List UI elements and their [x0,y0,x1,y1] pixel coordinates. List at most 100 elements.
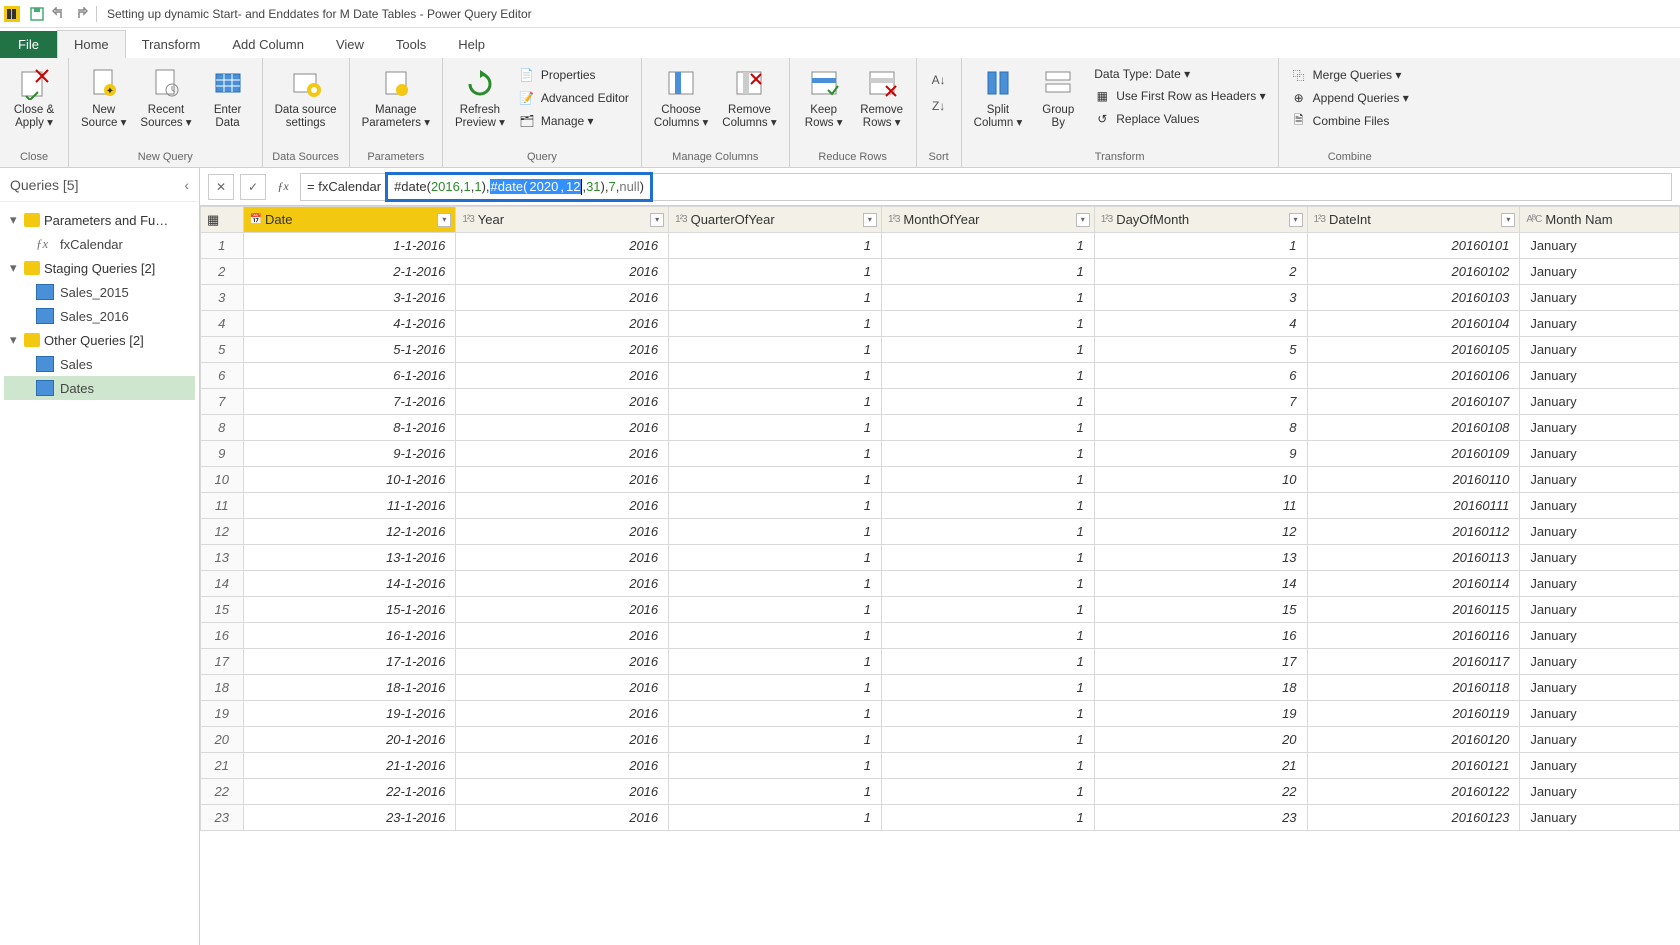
manage-parameters-button[interactable]: Manage Parameters ▾ [356,62,436,134]
cell-quarter[interactable]: 1 [669,701,882,727]
cell-date[interactable]: 21-1-2016 [243,753,456,779]
cell-year[interactable]: 2016 [456,623,669,649]
tab-transform[interactable]: Transform [126,31,217,58]
cell-month[interactable]: 1 [881,285,1094,311]
table-row[interactable]: 23 23-1-2016 2016 1 1 23 20160123 Januar… [201,805,1680,831]
table-row[interactable]: 17 17-1-2016 2016 1 1 17 20160117 Januar… [201,649,1680,675]
cell-dateint[interactable]: 20160119 [1307,701,1520,727]
cell-month[interactable]: 1 [881,363,1094,389]
merge-queries-button[interactable]: ⿻Merge Queries ▾ [1285,64,1415,86]
table-row[interactable]: 12 12-1-2016 2016 1 1 12 20160112 Januar… [201,519,1680,545]
cell-quarter[interactable]: 1 [669,623,882,649]
row-number[interactable]: 4 [201,311,244,337]
cell-date[interactable]: 10-1-2016 [243,467,456,493]
cell-monthname[interactable]: January [1520,415,1680,441]
filter-icon[interactable]: ▾ [1076,213,1090,227]
cell-monthname[interactable]: January [1520,701,1680,727]
collapse-sidebar-button[interactable]: ‹ [184,177,189,193]
table-row[interactable]: 11 11-1-2016 2016 1 1 11 20160111 Januar… [201,493,1680,519]
cell-date[interactable]: 17-1-2016 [243,649,456,675]
table-row[interactable]: 14 14-1-2016 2016 1 1 14 20160114 Januar… [201,571,1680,597]
cell-dateint[interactable]: 20160117 [1307,649,1520,675]
row-number[interactable]: 1 [201,233,244,259]
cell-day[interactable]: 7 [1094,389,1307,415]
tab-help[interactable]: Help [442,31,501,58]
replace-values-button[interactable]: ↺Replace Values [1088,108,1271,130]
cell-year[interactable]: 2016 [456,259,669,285]
cell-date[interactable]: 12-1-2016 [243,519,456,545]
cell-year[interactable]: 2016 [456,727,669,753]
cell-day[interactable]: 13 [1094,545,1307,571]
save-icon[interactable] [29,6,45,22]
cell-quarter[interactable]: 1 [669,597,882,623]
cell-monthname[interactable]: January [1520,285,1680,311]
table-row[interactable]: 21 21-1-2016 2016 1 1 21 20160121 Januar… [201,753,1680,779]
cell-day[interactable]: 6 [1094,363,1307,389]
choose-columns-button[interactable]: Choose Columns ▾ [648,62,714,134]
cell-monthname[interactable]: January [1520,597,1680,623]
cell-monthname[interactable]: January [1520,363,1680,389]
cell-quarter[interactable]: 1 [669,779,882,805]
cell-date[interactable]: 4-1-2016 [243,311,456,337]
cell-month[interactable]: 1 [881,649,1094,675]
cell-year[interactable]: 2016 [456,337,669,363]
filter-icon[interactable]: ▾ [863,213,877,227]
recent-sources-button[interactable]: Recent Sources ▾ [134,62,197,134]
tree-group-other[interactable]: ▾Other Queries [2] [4,328,195,352]
cell-day[interactable]: 14 [1094,571,1307,597]
cell-date[interactable]: 2-1-2016 [243,259,456,285]
table-row[interactable]: 2 2-1-2016 2016 1 1 2 20160102 January [201,259,1680,285]
cell-quarter[interactable]: 1 [669,389,882,415]
cell-quarter[interactable]: 1 [669,363,882,389]
cell-month[interactable]: 1 [881,571,1094,597]
table-row[interactable]: 16 16-1-2016 2016 1 1 16 20160116 Januar… [201,623,1680,649]
cell-dateint[interactable]: 20160120 [1307,727,1520,753]
cell-year[interactable]: 2016 [456,311,669,337]
tab-tools[interactable]: Tools [380,31,442,58]
tab-view[interactable]: View [320,31,380,58]
cell-year[interactable]: 2016 [456,493,669,519]
cell-dateint[interactable]: 20160122 [1307,779,1520,805]
cell-day[interactable]: 22 [1094,779,1307,805]
table-row[interactable]: 15 15-1-2016 2016 1 1 15 20160115 Januar… [201,597,1680,623]
cell-month[interactable]: 1 [881,441,1094,467]
cell-day[interactable]: 10 [1094,467,1307,493]
cell-date[interactable]: 11-1-2016 [243,493,456,519]
row-number[interactable]: 19 [201,701,244,727]
cell-quarter[interactable]: 1 [669,259,882,285]
cell-date[interactable]: 22-1-2016 [243,779,456,805]
cell-month[interactable]: 1 [881,415,1094,441]
table-row[interactable]: 19 19-1-2016 2016 1 1 19 20160119 Januar… [201,701,1680,727]
row-number[interactable]: 3 [201,285,244,311]
cell-month[interactable]: 1 [881,805,1094,831]
tab-file[interactable]: File [0,31,57,58]
row-number[interactable]: 7 [201,389,244,415]
row-number[interactable]: 16 [201,623,244,649]
table-row[interactable]: 18 18-1-2016 2016 1 1 18 20160118 Januar… [201,675,1680,701]
cell-monthname[interactable]: January [1520,337,1680,363]
cell-monthname[interactable]: January [1520,545,1680,571]
cell-month[interactable]: 1 [881,779,1094,805]
cell-year[interactable]: 2016 [456,779,669,805]
row-number[interactable]: 17 [201,649,244,675]
cell-dateint[interactable]: 20160103 [1307,285,1520,311]
cell-month[interactable]: 1 [881,337,1094,363]
cell-dateint[interactable]: 20160115 [1307,597,1520,623]
commit-formula-button[interactable]: ✓ [240,174,266,200]
tree-item-sales[interactable]: Sales [4,352,195,376]
cell-month[interactable]: 1 [881,493,1094,519]
cell-date[interactable]: 20-1-2016 [243,727,456,753]
table-row[interactable]: 5 5-1-2016 2016 1 1 5 20160105 January [201,337,1680,363]
corner-cell[interactable]: ▦ [201,207,244,233]
table-row[interactable]: 20 20-1-2016 2016 1 1 20 20160120 Januar… [201,727,1680,753]
cell-monthname[interactable]: January [1520,753,1680,779]
cell-month[interactable]: 1 [881,597,1094,623]
cell-quarter[interactable]: 1 [669,649,882,675]
cell-date[interactable]: 23-1-2016 [243,805,456,831]
row-number[interactable]: 18 [201,675,244,701]
cell-year[interactable]: 2016 [456,571,669,597]
advanced-editor-button[interactable]: 📝Advanced Editor [513,87,635,109]
cell-month[interactable]: 1 [881,519,1094,545]
cell-date[interactable]: 9-1-2016 [243,441,456,467]
row-number[interactable]: 20 [201,727,244,753]
